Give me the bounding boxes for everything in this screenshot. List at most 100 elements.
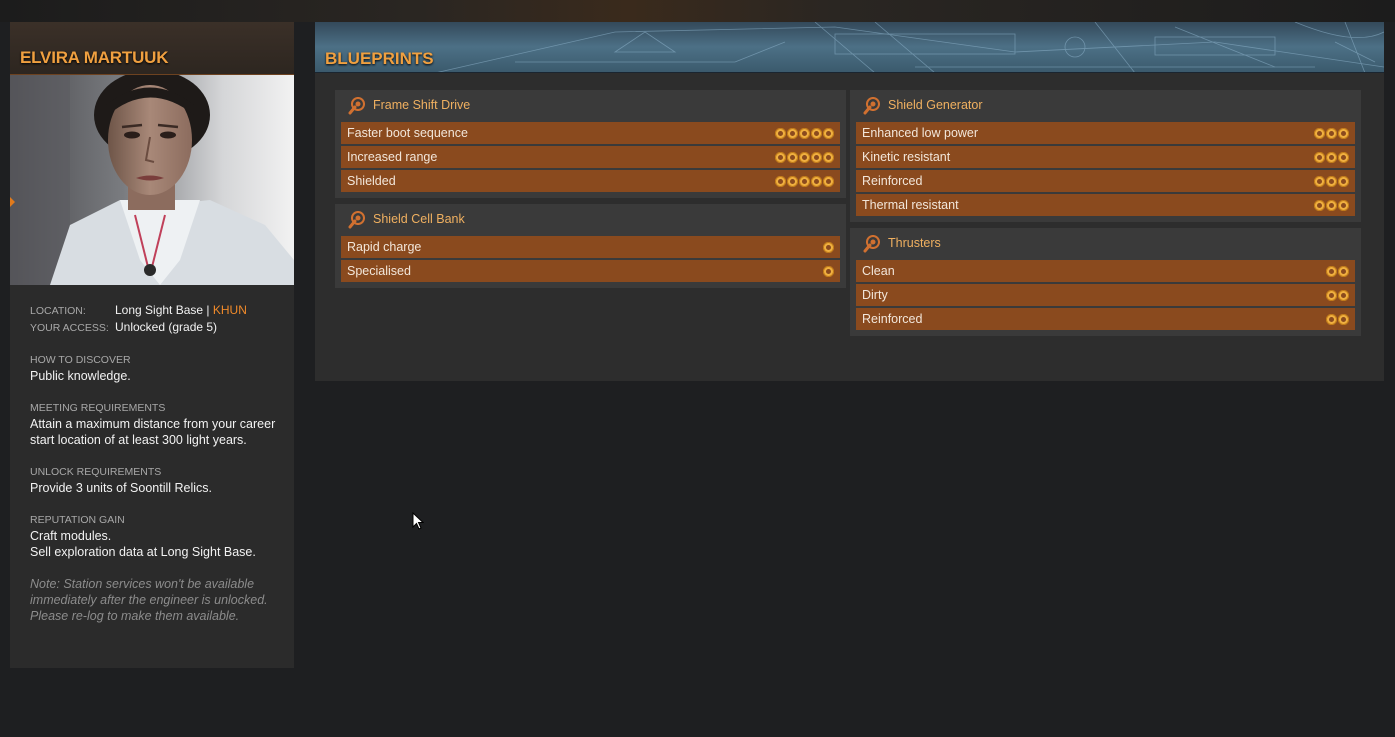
blueprint-row-clean[interactable]: Clean <box>856 260 1355 282</box>
access-value: Unlocked (grade 5) <box>115 320 218 334</box>
blueprint-label: Reinforced <box>862 174 923 188</box>
grade-indicator <box>775 151 834 163</box>
grade-icon <box>1326 199 1337 211</box>
grade-icon <box>823 241 834 253</box>
grade-icon <box>775 151 786 163</box>
grade-indicator <box>1314 175 1349 187</box>
blueprint-group-shield-cell-bank: Shield Cell Bank Rapid charge Specialised <box>335 204 846 288</box>
blueprints-panel: BLUEPRINTS Frame Shift Drive Faster boot … <box>315 22 1384 381</box>
blueprint-group-frame-shift-drive: Frame Shift Drive Faster boot sequence Inc… <box>335 90 846 198</box>
access-label: YOUR ACCESS: <box>30 322 109 334</box>
discover-text: Public knowledge. <box>30 369 131 383</box>
blueprint-group-title: Shield Cell Bank <box>373 212 465 226</box>
grade-icon <box>823 265 834 277</box>
grade-icon <box>787 151 798 163</box>
grade-icon <box>811 151 822 163</box>
discover-label: HOW TO DISCOVER <box>30 354 131 366</box>
top-background <box>0 0 1395 22</box>
grade-icon <box>1338 289 1349 301</box>
reputation-line-1: Craft modules. <box>30 529 112 543</box>
blueprint-row-thermal-resistant[interactable]: Thermal resistant <box>856 194 1355 216</box>
blueprints-header: BLUEPRINTS <box>315 22 1384 73</box>
grade-icon <box>823 175 834 187</box>
blueprint-row-specialised[interactable]: Specialised <box>341 260 840 282</box>
blueprints-title: BLUEPRINTS <box>325 49 434 68</box>
engineer-name: ELVIRA MARTUUK <box>20 48 169 67</box>
blueprint-group-thrusters: Thrusters Clean Dirty Reinforced <box>850 228 1361 336</box>
grade-icon <box>1314 127 1325 139</box>
blueprint-group-shield-generator: Shield Generator Enhanced low power Kineti… <box>850 90 1361 222</box>
engineering-icon <box>862 95 882 115</box>
grade-icon <box>1338 151 1349 163</box>
reputation-label: REPUTATION GAIN <box>30 514 125 526</box>
engineering-icon <box>862 233 882 253</box>
blueprint-label: Thermal resistant <box>862 198 959 212</box>
blueprint-row-reinforced[interactable]: Reinforced <box>856 308 1355 330</box>
blueprint-row-kinetic-resistant[interactable]: Kinetic resistant <box>856 146 1355 168</box>
blueprint-row-rapid-charge[interactable]: Rapid charge <box>341 236 840 258</box>
portrait-image <box>10 75 294 285</box>
blueprint-row-enhanced-low-power[interactable]: Enhanced low power <box>856 122 1355 144</box>
blueprint-label: Dirty <box>862 288 888 302</box>
grade-icon <box>1326 289 1337 301</box>
grade-icon <box>1326 265 1337 277</box>
grade-icon <box>775 127 786 139</box>
discover-section: HOW TO DISCOVER Public knowledge. <box>30 352 280 384</box>
location-row: LOCATION: Long Sight Base | KHUN <box>30 302 280 319</box>
blueprint-group-header: Shield Generator <box>856 90 1355 120</box>
blueprint-group-title: Frame Shift Drive <box>373 98 471 112</box>
blueprint-group-title: Shield Generator <box>888 98 983 112</box>
grade-icon <box>1326 151 1337 163</box>
reputation-line-2: Sell exploration data at Long Sight Base… <box>30 545 256 559</box>
blueprint-row-increased-range[interactable]: Increased range <box>341 146 840 168</box>
grade-icon <box>1338 265 1349 277</box>
location-system[interactable]: KHUN <box>213 303 247 317</box>
grade-icon <box>1338 313 1349 325</box>
unlock-text: Provide 3 units of Soontill Relics. <box>30 481 213 495</box>
grade-icon <box>1338 199 1349 211</box>
grade-indicator <box>1314 199 1349 211</box>
blueprint-row-dirty[interactable]: Dirty <box>856 284 1355 306</box>
blueprint-row-reinforced[interactable]: Reinforced <box>856 170 1355 192</box>
grade-indicator <box>1314 127 1349 139</box>
blueprint-schematic-decoration <box>437 22 1384 72</box>
blueprints-column-left: Frame Shift Drive Faster boot sequence Inc… <box>335 90 846 294</box>
blueprint-group-header: Thrusters <box>856 228 1355 258</box>
blueprint-label: Rapid charge <box>347 240 422 254</box>
grade-icon <box>775 175 786 187</box>
blueprint-label: Specialised <box>347 264 411 278</box>
grade-indicator <box>775 175 834 187</box>
blueprint-label: Increased range <box>347 150 438 164</box>
engineering-icon <box>347 209 367 229</box>
grade-indicator <box>775 127 834 139</box>
grade-icon <box>799 151 810 163</box>
access-row: YOUR ACCESS: Unlocked (grade 5) <box>30 319 280 336</box>
unlock-label: UNLOCK REQUIREMENTS <box>30 466 162 478</box>
engineer-panel: ELVIRA MARTUUK LOCATION: Long Sight Base… <box>10 22 294 668</box>
grade-icon <box>799 175 810 187</box>
grade-icon <box>811 127 822 139</box>
blueprint-row-faster-boot-sequence[interactable]: Faster boot sequence <box>341 122 840 144</box>
grade-icon <box>787 175 798 187</box>
grade-icon <box>1326 175 1337 187</box>
grade-indicator <box>1326 313 1349 325</box>
grade-indicator <box>1314 151 1349 163</box>
grade-indicator <box>1326 265 1349 277</box>
grade-icon <box>823 127 834 139</box>
blueprint-row-shielded[interactable]: Shielded <box>341 170 840 192</box>
blueprint-label: Kinetic resistant <box>862 150 951 164</box>
meeting-section: MEETING REQUIREMENTS Attain a maximum di… <box>30 400 280 448</box>
panel-pointer-icon <box>10 197 15 207</box>
grade-indicator <box>1326 289 1349 301</box>
location-base: Long Sight Base <box>115 303 204 317</box>
station-note: Note: Station services won't be availabl… <box>30 577 268 623</box>
location-label: LOCATION: <box>30 305 86 317</box>
grade-icon <box>823 151 834 163</box>
blueprint-label: Enhanced low power <box>862 126 979 140</box>
blueprint-group-header: Frame Shift Drive <box>341 90 840 120</box>
meeting-text: Attain a maximum distance from your care… <box>30 417 276 447</box>
reputation-section: REPUTATION GAIN Craft modules. Sell expl… <box>30 512 280 560</box>
blueprint-group-header: Shield Cell Bank <box>341 204 840 234</box>
grade-icon <box>1314 199 1325 211</box>
engineer-info: LOCATION: Long Sight Base | KHUN YOUR AC… <box>30 302 280 624</box>
